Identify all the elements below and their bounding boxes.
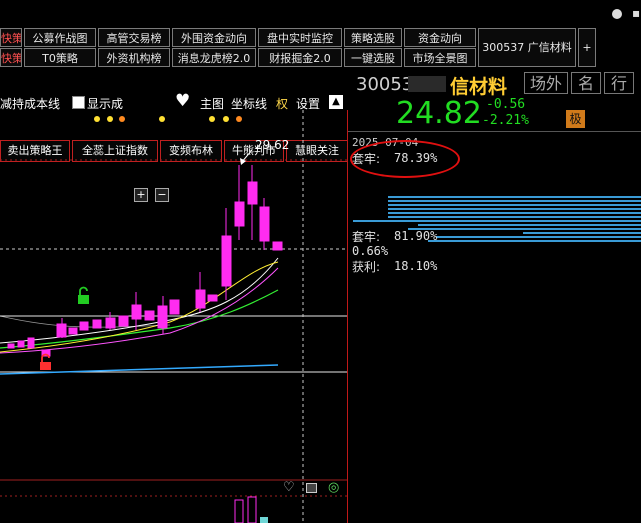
nav-item-quick-1[interactable]: 快策 xyxy=(0,28,22,47)
nav-item-fund-flow[interactable]: 资金动向 xyxy=(404,28,476,47)
nav-item-one-click[interactable]: 一键选股 xyxy=(344,48,402,67)
arrow-up-icon[interactable]: ▲ xyxy=(329,95,343,109)
stock-tab[interactable]: 300537 广信材料 xyxy=(478,28,576,67)
last-price: 24.82 xyxy=(396,96,482,131)
nav-bar: 快策 公募作战图 高管交易榜 外围资金动向 盘中实时监控 策略选股 资金动向 快… xyxy=(0,0,641,70)
nav-item-t0[interactable]: T0策略 xyxy=(24,48,96,67)
nav-item-exec-trade[interactable]: 高管交易榜 xyxy=(98,28,170,47)
heart-icon[interactable]: ♥ xyxy=(175,91,190,111)
profit-value: 18.10% xyxy=(394,259,438,273)
profit-label: 获利: xyxy=(352,260,381,274)
volume-bars xyxy=(234,496,268,523)
window-icon[interactable] xyxy=(612,9,622,19)
nav-item-foreign-inst[interactable]: 外资机构榜 xyxy=(98,48,170,67)
tab-industry[interactable]: 行 xyxy=(604,72,634,94)
calendar-icon[interactable] xyxy=(306,483,317,493)
stock-name: 信材料 xyxy=(450,76,508,98)
nav-item-strategy-pick[interactable]: 策略选股 xyxy=(344,28,402,47)
high-price-label: 29.62 xyxy=(255,138,290,152)
stock-code: 30053 xyxy=(356,74,414,95)
nav-item-live-monitor[interactable]: 盘中实时监控 xyxy=(258,28,342,47)
add-tab-button[interactable]: + xyxy=(578,28,596,67)
nav-item-news-dragon[interactable]: 消息龙虎榜2.0 xyxy=(172,48,256,67)
nav-item-fund-map[interactable]: 公募作战图 xyxy=(24,28,96,47)
annotation-circle xyxy=(350,140,460,178)
candles xyxy=(7,165,283,357)
small-pct-value: 0.66% xyxy=(352,244,389,258)
kline-chart[interactable] xyxy=(0,110,348,523)
red-lock-icon xyxy=(40,353,51,370)
favorite-icon[interactable]: ♡ xyxy=(283,480,295,495)
strategy-toolbar: 卖出策略王 全蕊上证指数 变频布林 牛熊判市 慧眼关注 xyxy=(0,70,348,162)
nav-item-earnings[interactable]: 财报掘金2.0 xyxy=(258,48,342,67)
trapped-label-2: 套牢: xyxy=(352,230,381,244)
price-change-pct: -2.21% xyxy=(482,113,529,128)
menu-icon[interactable]: ▪ xyxy=(632,6,641,20)
search-icon[interactable]: ◎ xyxy=(328,480,339,495)
tab-otc[interactable]: 场外 xyxy=(524,72,568,94)
trapped-value-2: 81.90% xyxy=(394,229,438,243)
chip-bars xyxy=(353,196,641,242)
quote-panel: 30053 信材料 场外 名 行 24.82 -0.56 -2.21% 极 20… xyxy=(348,70,641,523)
code-redaction xyxy=(408,76,446,92)
tab-name[interactable]: 名 xyxy=(571,72,601,94)
indicator-dots xyxy=(94,116,242,122)
lock-icon xyxy=(78,286,89,304)
extreme-badge: 极 xyxy=(566,110,585,128)
show-cost-checkbox[interactable] xyxy=(72,96,85,109)
nav-item-foreign-flow[interactable]: 外围资金动向 xyxy=(172,28,256,47)
nav-item-market-map[interactable]: 市场全景图 xyxy=(404,48,476,67)
panel-divider xyxy=(348,131,641,132)
nav-item-quick-2[interactable]: 快策 xyxy=(0,48,22,67)
price-change: -0.56 xyxy=(486,97,526,112)
